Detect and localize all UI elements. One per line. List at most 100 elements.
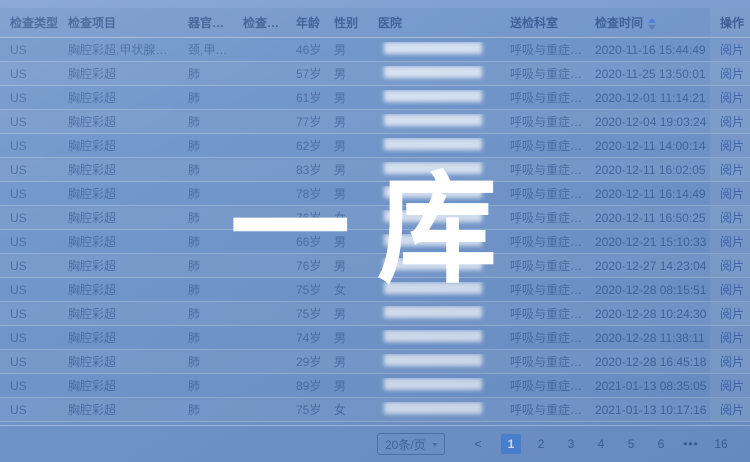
- column-header-exam-time[interactable]: 检查时间: [585, 14, 710, 31]
- cell-exam-time: 2020-12-11 16:14:49: [585, 187, 710, 201]
- column-header-department: 送检科室: [500, 14, 585, 31]
- cell-gender: 男: [324, 329, 368, 346]
- cell-organ: 肺: [178, 185, 233, 202]
- sort-carets: [648, 18, 656, 30]
- cell-action: 阅片: [710, 206, 750, 229]
- top-strip: [0, 0, 750, 8]
- cell-gender: 男: [324, 89, 368, 106]
- page-button-2[interactable]: 2: [531, 434, 551, 454]
- cell-hospital: [368, 306, 500, 321]
- cell-department: 呼吸与重症医...: [500, 233, 585, 250]
- cell-hospital: [368, 42, 500, 57]
- cell-exam-time: 2020-12-11 14:00:14: [585, 139, 710, 153]
- redaction-block: [384, 378, 482, 390]
- cell-department: 呼吸与重症医...: [500, 185, 585, 202]
- view-images-link[interactable]: 阅片: [720, 113, 744, 130]
- page-button-5[interactable]: 5: [621, 434, 641, 454]
- page-button-4[interactable]: 4: [591, 434, 611, 454]
- cell-age: 61岁: [286, 89, 324, 106]
- cell-organ: 肺: [178, 305, 233, 322]
- cell-gender: 男: [324, 233, 368, 250]
- cell-exam-time: 2020-12-11 16:50:25: [585, 211, 710, 225]
- cell-hospital: [368, 378, 500, 393]
- cell-exam-item: 胸腔彩超: [58, 329, 178, 346]
- cell-exam-type: US: [0, 331, 58, 345]
- cell-gender: 男: [324, 377, 368, 394]
- cell-exam-item: 胸腔彩超: [58, 161, 178, 178]
- page-button-3[interactable]: 3: [561, 434, 581, 454]
- cell-organ: 肺: [178, 353, 233, 370]
- table-row: US 胸腔彩超 肺 83岁 男 呼吸与重症医... 2020-12-11 16:…: [0, 158, 750, 182]
- table-row: US 胸腔彩超 肺 66岁 男 呼吸与重症医... 2020-12-21 15:…: [0, 230, 750, 254]
- view-images-link[interactable]: 阅片: [720, 305, 744, 322]
- cell-action: 阅片: [710, 134, 750, 157]
- prev-page-button[interactable]: <: [468, 434, 488, 454]
- cell-department: 呼吸与重症医...: [500, 401, 585, 418]
- cell-action: 阅片: [710, 86, 750, 109]
- cell-action: 阅片: [710, 302, 750, 325]
- table-row: US 胸腔彩超 肺 61岁 男 呼吸与重症医... 2020-12-01 11:…: [0, 86, 750, 110]
- cell-age: 46岁: [286, 41, 324, 58]
- cell-gender: 男: [324, 65, 368, 82]
- view-images-link[interactable]: 阅片: [720, 209, 744, 226]
- view-images-link[interactable]: 阅片: [720, 353, 744, 370]
- column-header-age: 年龄: [286, 14, 324, 31]
- view-images-link[interactable]: 阅片: [720, 89, 744, 106]
- view-images-link[interactable]: 阅片: [720, 281, 744, 298]
- cell-organ: 肺: [178, 233, 233, 250]
- view-images-link[interactable]: 阅片: [720, 401, 744, 418]
- view-images-link[interactable]: 阅片: [720, 41, 744, 58]
- cell-hospital: [368, 282, 500, 297]
- redaction-block: [384, 210, 482, 222]
- cell-exam-type: US: [0, 115, 58, 129]
- cell-exam-item: 胸腔彩超: [58, 281, 178, 298]
- view-images-link[interactable]: 阅片: [720, 65, 744, 82]
- page-size-select[interactable]: 20条/页 ▾: [377, 433, 445, 455]
- cell-organ: 颈,甲状...: [178, 41, 233, 58]
- table-row: US 胸腔彩超 肺 62岁 男 呼吸与重症医... 2020-12-11 14:…: [0, 134, 750, 158]
- cell-exam-type: US: [0, 355, 58, 369]
- cell-age: 75岁: [286, 281, 324, 298]
- cell-hospital: [368, 138, 500, 153]
- cell-action: 阅片: [710, 230, 750, 253]
- cell-exam-type: US: [0, 283, 58, 297]
- view-images-link[interactable]: 阅片: [720, 161, 744, 178]
- view-images-link[interactable]: 阅片: [720, 329, 744, 346]
- cell-exam-item: 胸腔彩超: [58, 377, 178, 394]
- page-button-1[interactable]: 1: [501, 434, 521, 454]
- cell-exam-item: 胸腔彩超: [58, 137, 178, 154]
- cell-action: 阅片: [710, 374, 750, 397]
- page-button-last[interactable]: 16: [711, 434, 731, 454]
- cell-action: 阅片: [710, 278, 750, 301]
- cell-action: 阅片: [710, 38, 750, 61]
- cell-organ: 肺: [178, 161, 233, 178]
- cell-exam-time: 2020-11-25 13:50:01: [585, 67, 710, 81]
- redaction-block: [384, 90, 482, 102]
- table-row: US 胸腔彩超 肺 77岁 男 呼吸与重症医... 2020-12-04 19:…: [0, 110, 750, 134]
- cell-hospital: [368, 162, 500, 177]
- cell-exam-time: 2020-12-28 11:38:11: [585, 331, 710, 345]
- cell-exam-type: US: [0, 91, 58, 105]
- view-images-link[interactable]: 阅片: [720, 137, 744, 154]
- more-pages-ellipsis[interactable]: •••: [681, 434, 701, 454]
- view-images-link[interactable]: 阅片: [720, 377, 744, 394]
- cell-gender: 男: [324, 353, 368, 370]
- view-images-link[interactable]: 阅片: [720, 185, 744, 202]
- cell-age: 75岁: [286, 401, 324, 418]
- page-button-6[interactable]: 6: [651, 434, 671, 454]
- view-images-link[interactable]: 阅片: [720, 233, 744, 250]
- cell-gender: 女: [324, 209, 368, 226]
- sort-caret-down-icon: [648, 25, 656, 30]
- cell-exam-time: 2021-01-13 08:35:05: [585, 379, 710, 393]
- cell-exam-item: 胸腔彩超: [58, 113, 178, 130]
- view-images-link[interactable]: 阅片: [720, 257, 744, 274]
- cell-exam-type: US: [0, 67, 58, 81]
- table-row: US 胸腔彩超 肺 75岁 女 呼吸与重症医... 2020-12-28 08:…: [0, 278, 750, 302]
- cell-hospital: [368, 234, 500, 249]
- cell-exam-type: US: [0, 187, 58, 201]
- table-body: US 胸腔彩超,甲状腺彩超 颈,甲状... 46岁 男 呼吸与重症医... 20…: [0, 38, 750, 422]
- cell-exam-item: 胸腔彩超: [58, 257, 178, 274]
- cell-exam-item: 胸腔彩超: [58, 185, 178, 202]
- cell-department: 呼吸与重症医...: [500, 161, 585, 178]
- cell-exam-time: 2020-12-28 10:24:30: [585, 307, 710, 321]
